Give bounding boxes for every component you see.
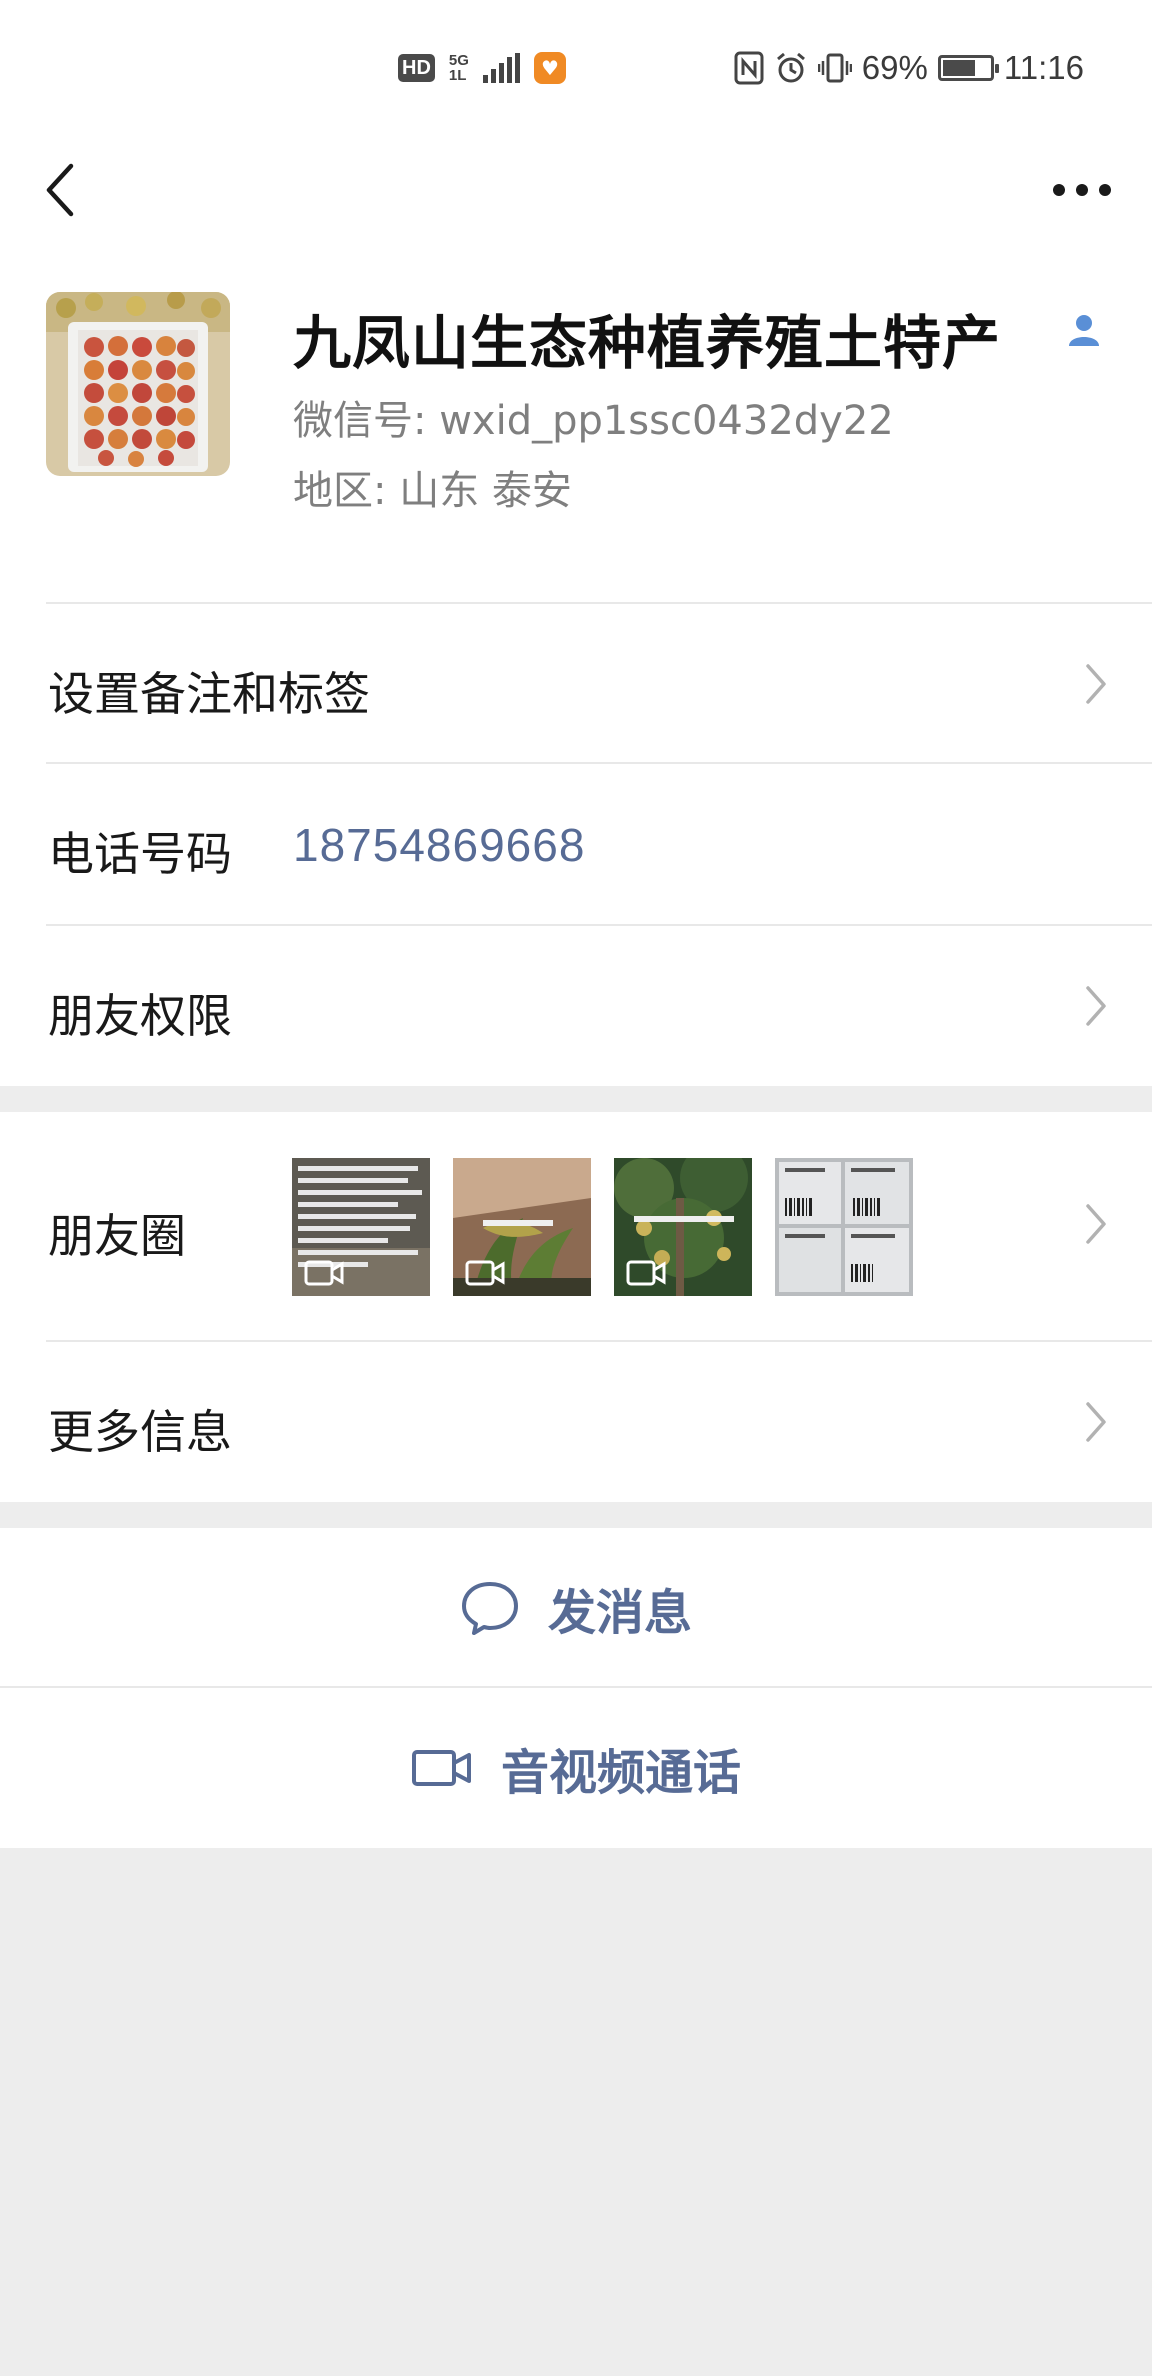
- send-message-label: 发消息: [547, 1585, 692, 1641]
- hd-badge: HD: [398, 54, 435, 82]
- network-type: 5G: [448, 52, 469, 69]
- friend-permissions-label: 朋友权限: [48, 989, 232, 1043]
- friend-permissions-row[interactable]: 朋友权限: [0, 926, 1152, 1086]
- phone-label: 电话号码: [48, 827, 232, 881]
- video-icon: [465, 1260, 505, 1286]
- chat-bubble-icon: [461, 1582, 518, 1635]
- video-icon: [626, 1260, 666, 1286]
- clock: 11:16: [1003, 49, 1084, 86]
- remark-tags-label: 设置备注和标签: [48, 667, 370, 721]
- profile-name: 九凤山生态种植养殖土特产: [293, 309, 1002, 377]
- profile-header: 九凤山生态种植养殖土特产 微信号: wxid_pp1ssc0432dy22 地区…: [0, 260, 1152, 604]
- network-sub: 1L: [448, 67, 467, 84]
- signal-icon: [482, 53, 520, 83]
- moment-thumbnail[interactable]: [453, 1158, 591, 1296]
- video-call-button[interactable]: 音视频通话: [0, 1688, 1152, 1848]
- moments-row[interactable]: 朋友圈: [0, 1112, 1152, 1342]
- chevron-left-icon[interactable]: [30, 150, 90, 230]
- video-icon: [304, 1260, 344, 1286]
- avatar[interactable]: [46, 292, 230, 476]
- phone-row: 电话号码 18754869668: [0, 764, 1152, 926]
- status-bar: HD 5G 1L ♥ 69% 11:16: [0, 0, 1152, 130]
- more-info-label: 更多信息: [48, 1405, 232, 1459]
- chevron-right-icon: [1086, 664, 1106, 704]
- wechat-id: 微信号: wxid_pp1ssc0432dy22: [293, 398, 894, 444]
- moment-thumbnail[interactable]: [292, 1158, 430, 1296]
- moments-label: 朋友圈: [48, 1209, 186, 1263]
- nfc-icon: [734, 51, 764, 85]
- chevron-right-icon: [1086, 1204, 1106, 1244]
- alarm-icon: [776, 52, 805, 83]
- vibrate-icon: [817, 53, 852, 83]
- more-info-row[interactable]: 更多信息: [0, 1342, 1152, 1502]
- chevron-right-icon: [1086, 986, 1106, 1026]
- status-left: HD 5G 1L ♥: [398, 48, 566, 88]
- health-app-icon: ♥: [533, 52, 566, 84]
- chevron-right-icon: [1086, 1402, 1106, 1442]
- video-camera-icon: [411, 1750, 471, 1786]
- phone-number-link[interactable]: 18754869668: [293, 818, 585, 872]
- contact-person-icon: [1066, 312, 1102, 348]
- network-indicator: 5G 1L: [449, 53, 469, 83]
- more-dots-icon[interactable]: [1042, 150, 1122, 230]
- status-right: 69% 11:16: [734, 48, 1084, 88]
- moment-thumbnail[interactable]: [614, 1158, 752, 1296]
- moment-thumbnail[interactable]: [775, 1158, 913, 1296]
- moments-thumbnails: [292, 1158, 913, 1296]
- remark-tags-row[interactable]: 设置备注和标签: [0, 604, 1152, 764]
- battery-icon: [937, 55, 999, 81]
- video-call-label: 音视频通话: [500, 1745, 741, 1801]
- send-message-button[interactable]: 发消息: [0, 1528, 1152, 1688]
- nav-bar: [0, 130, 1152, 260]
- battery-percent: 69%: [861, 49, 928, 86]
- region: 地区: 山东 泰安: [293, 468, 572, 514]
